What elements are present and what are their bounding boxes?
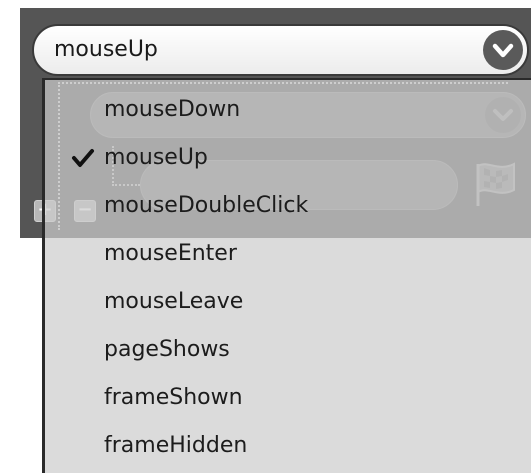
chevron-down-icon[interactable]: [483, 30, 523, 70]
event-combo-box[interactable]: mouseUp: [32, 24, 529, 76]
combo-selected-value: mouseUp: [54, 37, 158, 62]
menu-item-label: pageShows: [104, 337, 230, 362]
menu-item-mouseup[interactable]: mouseUp: [45, 134, 531, 182]
menu-item-label: mouseDoubleClick: [104, 193, 309, 218]
screen: + − mouseUp mouseDown mouseUp mouseDoubl…: [0, 0, 531, 473]
menu-item-frameshown[interactable]: frameShown: [45, 374, 531, 422]
menu-item-label: mouseDown: [104, 97, 241, 122]
menu-item-pageshows[interactable]: pageShows: [45, 326, 531, 374]
menu-item-mousedoubleclick[interactable]: mouseDoubleClick: [45, 182, 531, 230]
checkmark-icon: [71, 146, 95, 170]
menu-item-mousedown[interactable]: mouseDown: [45, 86, 531, 134]
menu-item-mouseleave[interactable]: mouseLeave: [45, 278, 531, 326]
menu-item-label: frameShown: [104, 385, 243, 410]
menu-item-mouseenter[interactable]: mouseEnter: [45, 230, 531, 278]
menu-item-label: mouseEnter: [104, 241, 237, 266]
menu-item-label: mouseLeave: [104, 289, 244, 314]
menu-item-label: frameHidden: [104, 433, 248, 458]
menu-item-label: mouseUp: [104, 145, 208, 170]
event-dropdown-menu: mouseDown mouseUp mouseDoubleClick mouse…: [42, 78, 531, 473]
menu-item-framehidden[interactable]: frameHidden: [45, 422, 531, 470]
